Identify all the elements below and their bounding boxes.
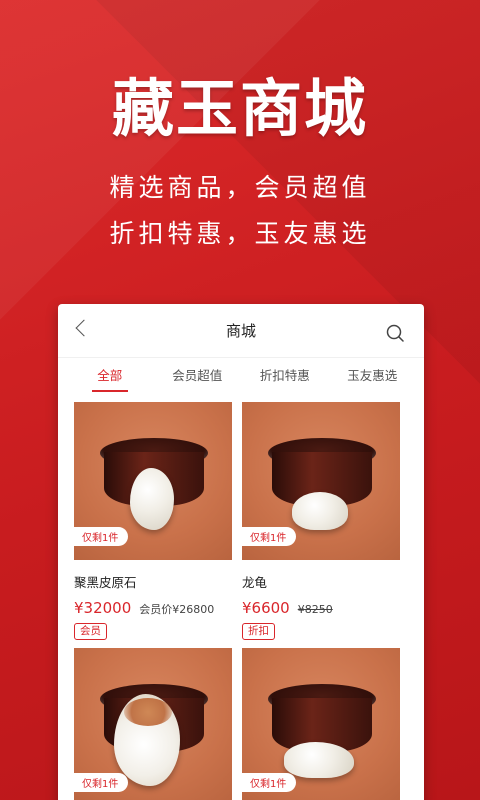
jade-stone (292, 492, 348, 530)
hero-title: 藏玉商城 (111, 72, 368, 145)
hero-tagline-2: 折扣特惠，玉友惠选 (109, 219, 371, 248)
product-image[interactable]: 仅剩1件 (74, 402, 232, 560)
price-row: ¥32000 会员价¥26800 (74, 599, 232, 617)
product-card[interactable]: 仅剩1件 龙龟 ¥6600 ¥8250 折扣 (242, 402, 400, 640)
stock-tag: 仅剩1件 (74, 773, 129, 792)
stock-tag: 仅剩1件 (242, 773, 297, 792)
product-price: ¥32000 (74, 599, 132, 617)
chevron-left-icon[interactable] (75, 319, 93, 337)
category-tabs: 全部 会员超值 折扣特惠 玉友惠选 (58, 358, 424, 394)
phone-screen: 商城 全部 会员超值 折扣特惠 玉友惠选 仅剩1件 聚黑皮原石 ¥32000 会… (58, 304, 424, 800)
original-price: ¥8250 (297, 603, 333, 616)
tab-jade-friends[interactable]: 玉友惠选 (329, 358, 417, 394)
tab-all[interactable]: 全部 (66, 358, 154, 394)
jade-stone (284, 742, 354, 778)
product-price: ¥6600 (242, 599, 290, 617)
jade-stone (114, 694, 180, 786)
price-row: ¥6600 ¥8250 (242, 599, 400, 617)
member-badge: 会员 (74, 623, 107, 640)
jade-stone (130, 468, 174, 530)
stock-tag: 仅剩1件 (74, 527, 129, 546)
tab-member-value[interactable]: 会员超值 (154, 358, 242, 394)
product-card[interactable]: 仅剩1件 聚黑皮原石 ¥32000 会员价¥26800 会员 (74, 402, 232, 640)
product-grid: 仅剩1件 聚黑皮原石 ¥32000 会员价¥26800 会员 仅剩1件 龙龟 ¥… (58, 394, 424, 800)
hero-tagline-1: 精选商品，会员超值 (109, 173, 371, 202)
product-image[interactable]: 仅剩1件 (242, 402, 400, 560)
product-card[interactable]: 仅剩1件 (242, 648, 400, 800)
navbar: 商城 (58, 304, 424, 358)
product-name[interactable]: 龙龟 (242, 572, 400, 591)
discount-badge: 折扣 (242, 623, 275, 640)
product-image[interactable]: 仅剩1件 (242, 648, 400, 800)
product-name[interactable]: 聚黑皮原石 (74, 572, 232, 591)
page-title: 商城 (225, 322, 256, 340)
product-image[interactable]: 仅剩1件 (74, 648, 232, 800)
tab-discount[interactable]: 折扣特惠 (241, 358, 329, 394)
search-icon[interactable] (386, 324, 404, 342)
product-card[interactable]: 仅剩1件 (74, 648, 232, 800)
stock-tag: 仅剩1件 (242, 527, 297, 546)
member-price: 会员价¥26800 (139, 603, 215, 616)
